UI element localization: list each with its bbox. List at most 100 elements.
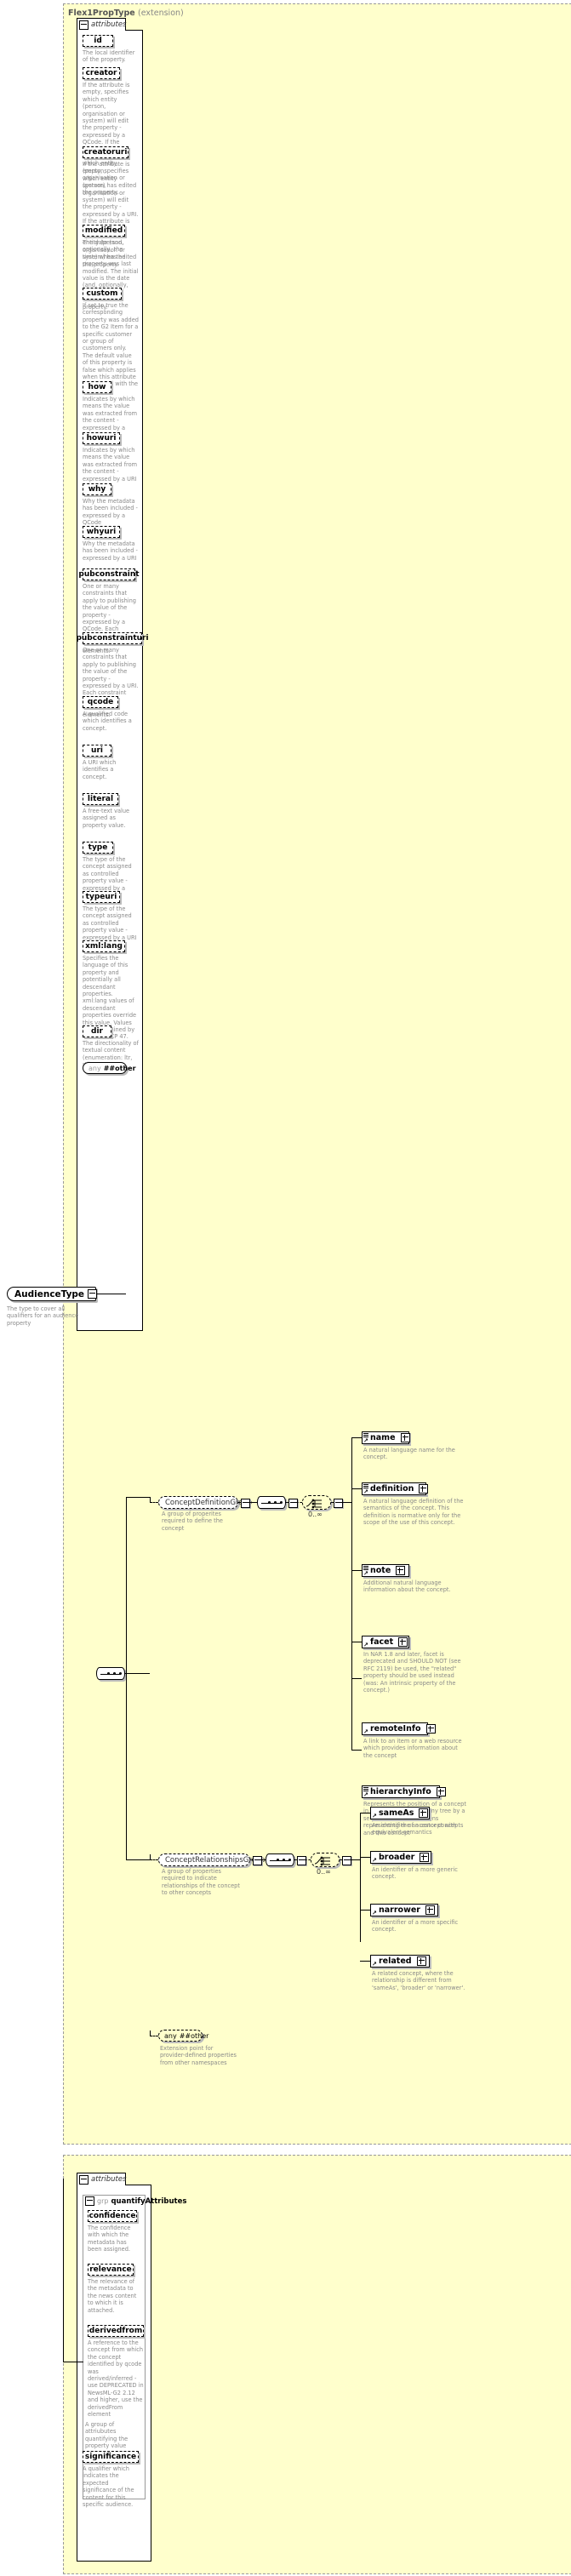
expand-icon[interactable] <box>398 1637 408 1647</box>
connector <box>250 1859 254 1860</box>
expand-icon[interactable] <box>400 1433 410 1442</box>
element-sameAs[interactable]: ↗ sameAs <box>370 1807 430 1819</box>
attribute-how[interactable]: how <box>83 381 111 393</box>
connector <box>331 1502 334 1503</box>
connector <box>351 1678 362 1679</box>
attribute-whyuri[interactable]: whyuri <box>83 526 120 538</box>
crg-multiplicity: 0..∞ <box>317 1868 331 1876</box>
collapse-icon[interactable] <box>85 2196 94 2206</box>
collapse-icon[interactable] <box>253 1856 262 1865</box>
expand-icon[interactable] <box>436 1787 446 1796</box>
element-remoteInfo[interactable]: ↗ remoteInfo <box>362 1722 436 1735</box>
collapse-icon[interactable] <box>288 1499 298 1508</box>
attributes-tab-quantify[interactable]: attributes <box>77 2173 127 2185</box>
expand-icon[interactable] <box>419 1808 429 1818</box>
attribute-creatoruri[interactable]: creatoruri <box>83 146 128 158</box>
expand-icon[interactable] <box>425 1905 435 1915</box>
attributes-tab-flexprop[interactable]: attributes <box>77 18 127 31</box>
attribute-xml-lang[interactable]: xml:lang <box>83 940 125 952</box>
concept-definition-group-description: A group of properites required to define… <box>162 1511 223 1532</box>
any-other-element-wildcard[interactable]: any ##other <box>158 2030 208 2042</box>
choice-connector-crg[interactable] <box>311 1853 340 1867</box>
flexproptype-title: Flex1PropType (extension) <box>68 9 184 18</box>
audience-type-description: The type to cover all qualifiers for an … <box>7 1305 79 1327</box>
connector <box>126 1497 150 1498</box>
sequence-connector-cdg[interactable] <box>257 1496 286 1509</box>
attribute-confidence[interactable]: confidence <box>88 2210 137 2222</box>
element-note[interactable]: ↗ note <box>362 1564 409 1577</box>
sequence-connector-crg[interactable] <box>266 1853 294 1866</box>
element-definition-description: A natural language definition of the sem… <box>363 1498 464 1527</box>
cdg-multiplicity: 0..∞ <box>308 1511 323 1518</box>
element-broader[interactable]: ↗ broader <box>370 1851 431 1864</box>
connector <box>340 1859 343 1860</box>
connector <box>360 1857 370 1858</box>
audience-type-box[interactable]: AudienceType <box>7 1287 98 1301</box>
connector <box>351 1570 362 1571</box>
element-definition[interactable]: ↗ definition <box>362 1482 429 1495</box>
connector <box>126 1859 150 1860</box>
sequence-icon <box>270 1859 291 1861</box>
attribute-pubconstraint[interactable]: pubconstraint <box>78 568 140 580</box>
sequence-connector-root[interactable] <box>96 1667 125 1680</box>
connector <box>341 1502 351 1503</box>
element-related[interactable]: ↗ related <box>370 1955 430 1968</box>
collapse-icon[interactable] <box>241 1499 250 1508</box>
element-note-description: Additional natural language information … <box>363 1579 451 1594</box>
expand-icon[interactable] <box>416 1956 426 1966</box>
sequence-icon <box>261 1501 283 1504</box>
connector <box>126 1673 127 1860</box>
element-name[interactable]: ↗ name <box>362 1431 410 1444</box>
attribute-derivedfrom[interactable]: derivedfrom <box>88 2325 144 2337</box>
collapse-icon[interactable] <box>79 20 89 30</box>
attribute-creator[interactable]: creator <box>83 67 120 79</box>
attribute-howuri[interactable]: howuri <box>83 432 120 444</box>
collapse-icon[interactable] <box>79 2174 89 2185</box>
attribute-confidence-description: The confidence with which the metadata h… <box>88 2225 131 2253</box>
attribute-why[interactable]: why <box>83 483 111 495</box>
any-other-attribute-wildcard[interactable]: any ##other <box>83 1062 136 1074</box>
attribute-type[interactable]: type <box>83 842 113 854</box>
group-connector <box>150 1502 158 1503</box>
attribute-howuri-description: Indicates by which means the value was e… <box>83 447 138 483</box>
collapse-icon[interactable] <box>342 1856 351 1865</box>
collapse-icon[interactable] <box>334 1499 343 1508</box>
concept-definition-group-chip[interactable]: ConceptDefinitionGroup <box>158 1496 252 1509</box>
attribute-qcode[interactable]: qcode <box>83 696 118 708</box>
connector <box>126 1673 150 1674</box>
choice-connector-cdg[interactable] <box>302 1495 331 1510</box>
concept-relationships-group-description: A group of properties required to indica… <box>162 1868 240 1897</box>
expand-arrow-icon: ↗ <box>372 1813 377 1819</box>
expand-icon[interactable] <box>420 1853 430 1862</box>
connector <box>125 1673 127 1674</box>
attribute-typeuri[interactable]: typeuri <box>83 891 120 903</box>
attribute-significance[interactable]: significance <box>83 2451 139 2463</box>
attribute-modified-description: The date (and, optionally, the time) whe… <box>83 239 139 311</box>
quantify-group-header[interactable]: grp quantifyAttributes <box>85 2196 186 2206</box>
expand-arrow-icon: ↗ <box>363 1642 368 1648</box>
attribute-relevance[interactable]: relevance <box>88 2264 134 2276</box>
attribute-literal[interactable]: literal <box>83 793 118 805</box>
connector <box>360 1961 370 1962</box>
attribute-id[interactable]: id <box>83 35 113 47</box>
concept-relationships-group-chip[interactable]: ConceptRelationshipsGroup <box>158 1853 266 1866</box>
expand-arrow-icon: ↗ <box>363 1728 368 1735</box>
attribute-pubconstrainturi[interactable]: pubconstrainturi <box>76 632 149 644</box>
element-facet[interactable]: ↗ facet <box>362 1636 409 1648</box>
element-hierarchyInfo[interactable]: ↗ hierarchyInfo <box>362 1785 446 1798</box>
attribute-custom[interactable]: custom <box>83 288 122 300</box>
connector <box>350 1859 360 1860</box>
collapse-icon[interactable] <box>297 1856 306 1865</box>
connector <box>360 1813 361 1942</box>
expand-icon[interactable] <box>425 1724 436 1734</box>
element-narrower[interactable]: ↗ narrower <box>370 1904 438 1916</box>
element-related-description: A related concept, where the relationshi… <box>372 1970 465 1991</box>
attribute-uri[interactable]: uri <box>83 745 111 757</box>
attribute-modified[interactable]: modified <box>83 225 125 237</box>
group-connector <box>150 1859 158 1860</box>
connector <box>126 1497 127 1674</box>
expand-icon[interactable] <box>419 1484 429 1494</box>
expand-icon[interactable] <box>396 1566 406 1575</box>
attribute-dir[interactable]: dir <box>83 1025 111 1037</box>
attribute-uri-description: A URI which identifies a concept. <box>83 759 117 780</box>
